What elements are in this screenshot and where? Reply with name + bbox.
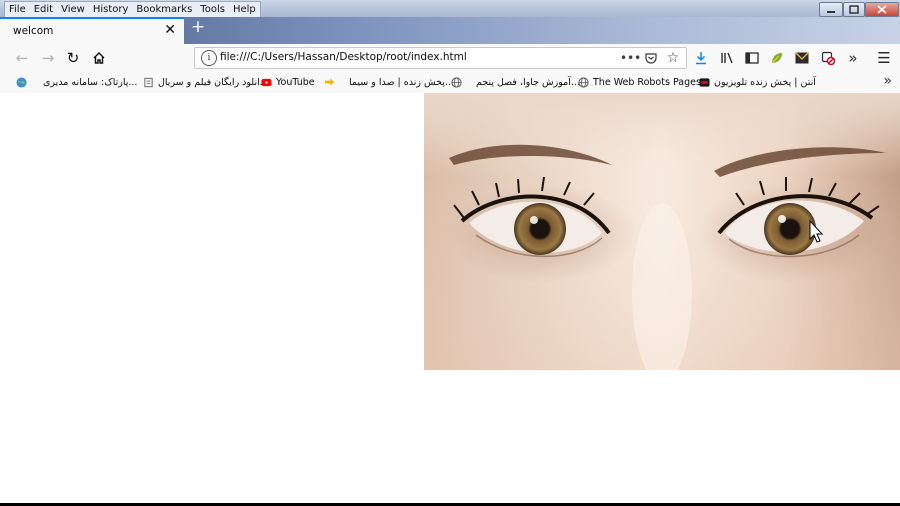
url-text: file:///C:/Users/Hassan/Desktop/root/ind…	[220, 51, 467, 63]
extension-leaf-icon[interactable]	[767, 48, 787, 68]
browser-window: File Edit View History Bookmarks Tools H…	[0, 0, 900, 506]
download-icon[interactable]	[691, 48, 711, 68]
tab-title: welcom	[13, 25, 54, 37]
tab-welcom[interactable]: welcom ✕	[0, 17, 184, 44]
menu-file[interactable]: File	[5, 2, 30, 17]
forward-icon[interactable]: →	[38, 48, 58, 68]
antenna-icon	[699, 78, 710, 87]
close-icon	[877, 5, 887, 14]
bookmark-java-lesson[interactable]: آموزش جاوا، فصل پنجم...	[451, 75, 580, 90]
extension-mail-icon[interactable]	[792, 48, 812, 68]
blocker-icon[interactable]	[818, 48, 838, 68]
info-icon[interactable]: i	[201, 50, 217, 66]
menu-history[interactable]: History	[89, 2, 133, 17]
globe-color-icon	[16, 77, 27, 88]
bookmark-partak[interactable]: پارتاک: سامانه مدیری...	[16, 75, 137, 90]
page-content	[0, 93, 900, 503]
bookmark-youtube[interactable]: YouTube	[261, 75, 315, 90]
back-icon[interactable]: ←	[12, 48, 32, 68]
bookmark-label: آموزش جاوا، فصل پنجم...	[476, 77, 580, 88]
reload-icon[interactable]: ↻	[63, 48, 83, 68]
bookmark-film-download[interactable]: دانلود رایگان فیلم و سریال	[143, 75, 264, 90]
minimize-button[interactable]	[819, 2, 843, 17]
globe-icon	[451, 77, 462, 88]
eyes-image	[424, 93, 900, 370]
new-tab-button[interactable]: +	[190, 19, 206, 36]
globe-icon	[578, 77, 589, 88]
maximize-icon	[849, 5, 859, 14]
bookmarks-overflow-icon[interactable]: »	[883, 73, 892, 89]
bookmark-sima-live[interactable]: پخش زنده | صدا و سیما...	[324, 75, 454, 90]
menu-view[interactable]: View	[57, 2, 89, 17]
tab-strip: welcom ✕ +	[0, 17, 900, 44]
bookmark-label: YouTube	[276, 77, 315, 88]
menu-tools[interactable]: Tools	[196, 2, 229, 17]
pocket-icon[interactable]	[642, 49, 660, 67]
bookmark-label: پخش زنده | صدا و سیما...	[349, 77, 454, 88]
hamburger-menu-icon[interactable]: ☰	[874, 48, 894, 68]
bookmarks-bar: پارتاک: سامانه مدیری... دانلود رایگان فی…	[0, 72, 900, 94]
nav-bar: ← → ↻ i file:///C:/Users/Hassan/Desktop/…	[0, 44, 900, 72]
arrow-icon	[324, 78, 335, 86]
bookmark-label: آنتن | پخش زنده تلویزیون	[714, 77, 816, 88]
menu-edit[interactable]: Edit	[30, 2, 57, 17]
bookmark-label: دانلود رایگان فیلم و سریال	[158, 77, 264, 88]
maximize-button[interactable]	[843, 2, 865, 17]
library-icon[interactable]	[717, 48, 737, 68]
youtube-icon	[261, 78, 272, 87]
bookmark-label: پارتاک: سامانه مدیری...	[43, 77, 138, 88]
minimize-icon	[827, 11, 835, 13]
url-bar[interactable]: i file:///C:/Users/Hassan/Desktop/root/i…	[194, 47, 687, 69]
menu-bookmarks[interactable]: Bookmarks	[132, 2, 196, 17]
title-bar: File Edit View History Bookmarks Tools H…	[0, 0, 900, 18]
menu-bar: File Edit View History Bookmarks Tools H…	[4, 1, 261, 18]
home-icon[interactable]	[89, 48, 109, 68]
menu-help[interactable]: Help	[229, 2, 260, 17]
bookmark-anten[interactable]: آنتن | پخش زنده تلویزیون	[699, 75, 816, 90]
close-window-button[interactable]	[865, 2, 899, 17]
tab-close-icon[interactable]: ✕	[164, 22, 176, 38]
bookmark-web-robots[interactable]: The Web Robots Pages	[578, 75, 701, 90]
page-icon	[144, 77, 153, 88]
bookmark-star-icon[interactable]: ☆	[664, 49, 682, 67]
sidebar-icon[interactable]	[742, 48, 762, 68]
page-actions-icon[interactable]: •••	[620, 49, 641, 67]
bookmark-label: The Web Robots Pages	[593, 77, 701, 88]
overflow-chevron-icon[interactable]: »	[843, 48, 863, 68]
